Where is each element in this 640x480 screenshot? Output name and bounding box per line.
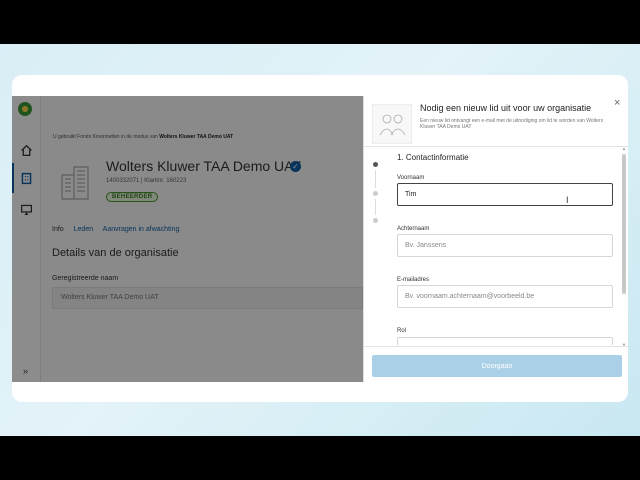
close-icon[interactable]: × xyxy=(614,97,620,109)
role-label: Rol xyxy=(397,328,407,334)
scroll-thumb[interactable] xyxy=(622,154,626,294)
footer-divider xyxy=(364,346,628,347)
people-illustration-icon xyxy=(372,104,412,144)
last-name-field[interactable]: Bv. Janssens xyxy=(397,234,613,257)
scroll-up-icon[interactable]: ▲ xyxy=(622,146,626,151)
step-connector xyxy=(375,170,376,188)
screen-card: » U gebruikt Fonds Kroonnetten in de mod… xyxy=(12,75,628,402)
email-field[interactable]: Bv. voornaam.achternaam@voorbeeld.be xyxy=(397,285,613,308)
invite-form: 1. Contactinformatie Voornaam Tim I Acht… xyxy=(388,147,621,345)
modal-overlay[interactable] xyxy=(12,96,363,382)
continue-button[interactable]: Doorgaan xyxy=(372,355,622,377)
first-name-label: Voornaam xyxy=(397,175,425,181)
last-name-label: Achternaam xyxy=(397,226,430,232)
drawer-description: Een nieuw lid ontvangt een e-mail met de… xyxy=(420,118,604,130)
step-title: 1. Contactinformatie xyxy=(397,153,469,162)
text-cursor-icon: I xyxy=(566,195,569,205)
step-dot xyxy=(373,191,378,196)
first-name-field[interactable]: Tim xyxy=(397,183,613,206)
drawer-title: Nodig een nieuw lid uit voor uw organisa… xyxy=(420,103,592,113)
step-dot xyxy=(373,218,378,223)
invite-member-drawer: Nodig een nieuw lid uit voor uw organisa… xyxy=(363,96,628,382)
role-select[interactable] xyxy=(397,337,613,345)
form-scrollbar[interactable]: ▲ ▼ xyxy=(622,146,626,347)
step-dot-active xyxy=(373,162,378,167)
email-label: E-mailadres xyxy=(397,277,430,283)
step-connector xyxy=(375,199,376,215)
